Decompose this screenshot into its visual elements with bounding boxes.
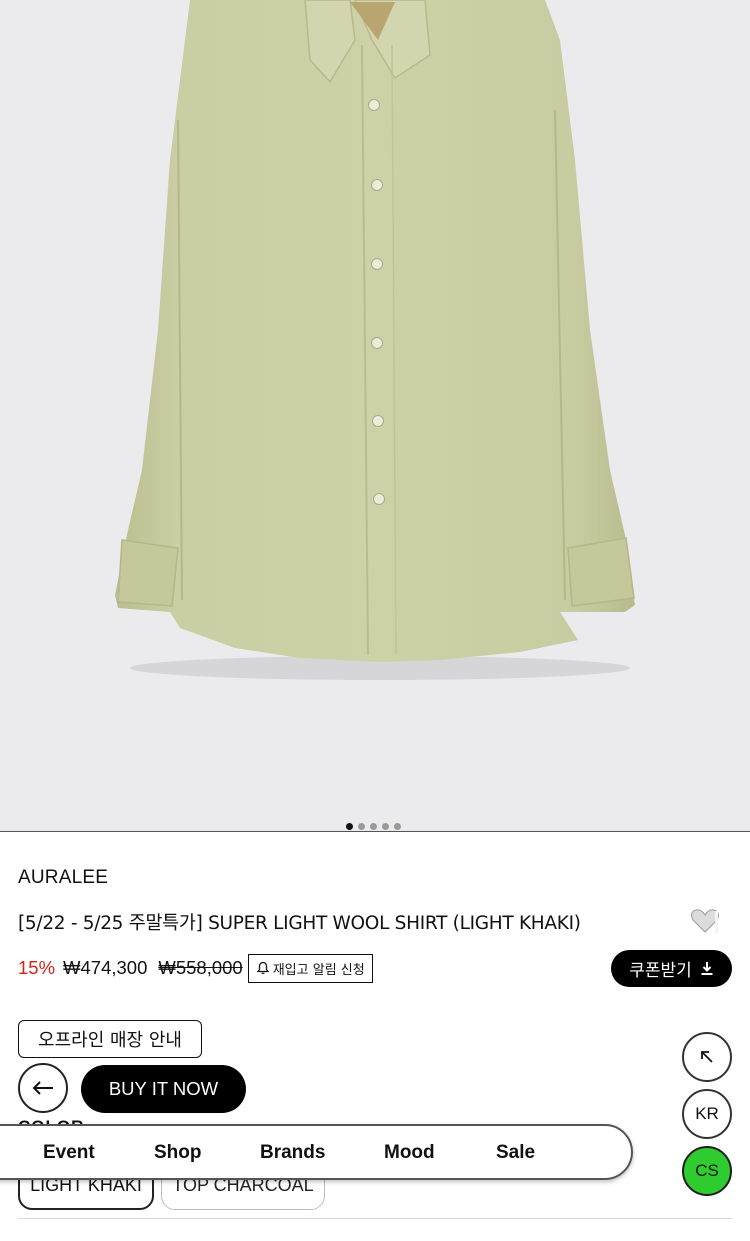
nav-item-shop[interactable]: Shop: [154, 1142, 202, 1164]
coupon-label: 쿠폰받기: [629, 961, 692, 981]
bottom-nav: Event Shop Brands Mood Sale: [0, 1124, 633, 1180]
coupon-button[interactable]: 쿠폰받기: [611, 950, 732, 987]
discount-rate: 15%: [18, 957, 56, 978]
restock-alert-button[interactable]: 재입고 알림 신청: [247, 953, 373, 983]
customer-service-button[interactable]: CS: [682, 1146, 732, 1196]
price-row: 15% ₩474,300 ₩558,000 재입고 알림 신청: [18, 953, 373, 983]
buy-now-button[interactable]: BUY IT NOW: [81, 1065, 246, 1113]
carousel-dot-5[interactable]: [394, 823, 401, 830]
bell-icon: [256, 961, 270, 974]
download-icon: [701, 962, 713, 975]
image-divider: [0, 831, 750, 832]
arrow-up-left-icon: [701, 1051, 713, 1063]
nav-item-event[interactable]: Event: [43, 1142, 95, 1164]
original-price: ₩558,000: [158, 957, 243, 978]
carousel-dot-2[interactable]: [358, 823, 365, 830]
section-divider: [18, 1218, 732, 1219]
brand-name[interactable]: AURALEE: [18, 867, 108, 889]
carousel-dot-1[interactable]: [346, 823, 353, 830]
nav-item-mood[interactable]: Mood: [384, 1142, 435, 1164]
product-title: [5/22 - 5/25 주말특가] SUPER LIGHT WOOL SHIR…: [18, 913, 581, 934]
scroll-top-button[interactable]: [682, 1032, 732, 1082]
language-button[interactable]: KR: [682, 1089, 732, 1139]
product-image[interactable]: [0, 0, 750, 832]
nav-item-sale[interactable]: Sale: [496, 1142, 535, 1164]
heart-icon[interactable]: [690, 907, 720, 935]
offline-store-button[interactable]: 오프라인 매장 안내: [18, 1020, 202, 1058]
nav-item-brands[interactable]: Brands: [260, 1142, 325, 1164]
restock-label: 재입고 알림 신청: [272, 962, 365, 978]
arrow-left-icon: [32, 1081, 53, 1095]
shirt-illustration: [115, 0, 635, 680]
carousel-dot-4[interactable]: [382, 823, 389, 830]
back-button[interactable]: [18, 1063, 68, 1113]
carousel-dot-3[interactable]: [370, 823, 377, 830]
sale-price: ₩474,300: [63, 957, 148, 978]
carousel-dots[interactable]: [346, 823, 401, 830]
